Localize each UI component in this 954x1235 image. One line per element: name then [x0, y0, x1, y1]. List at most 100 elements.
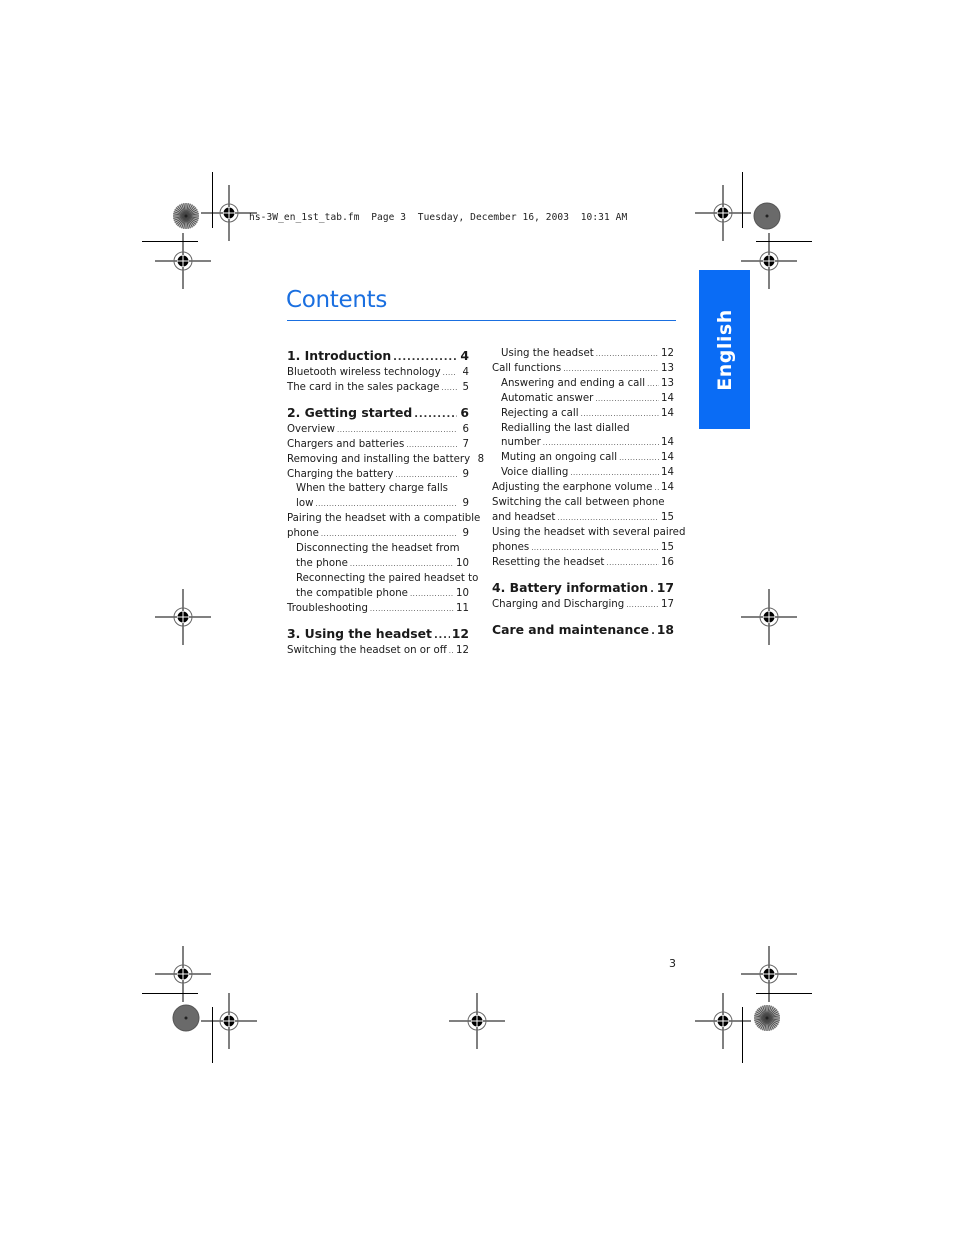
dot-leader — [414, 406, 457, 423]
toc-entry[interactable]: Switching the headset on or off 12 — [287, 644, 469, 659]
toc-entry[interactable]: number 14 — [492, 436, 674, 451]
toc-entry[interactable]: Troubleshooting 11 — [287, 602, 469, 617]
toc-column-right: Using the headset 12 Call functions13Answe… — [492, 347, 686, 640]
toc-entry-label: Voice dialling — [501, 467, 569, 479]
toc-entry-label: phones — [492, 541, 530, 553]
toc-entry[interactable]: The card in the sales package 5 — [287, 381, 469, 396]
crop-mark — [742, 1007, 743, 1063]
toc-entry-label: the phone — [296, 557, 348, 569]
dot-leader — [557, 511, 659, 526]
toc-page-number: 14 — [661, 407, 674, 419]
toc-page-number: 5 — [462, 381, 469, 393]
toc-entry-label: Using the headset — [501, 348, 594, 359]
registration-crosshair-icon — [741, 233, 797, 289]
toc-page-number: 10 — [456, 557, 469, 569]
registration-crosshair-icon — [201, 993, 257, 1049]
toc-entry-label: Chargers and batteries — [287, 438, 405, 450]
toc-entry-label: Charging the battery — [287, 468, 394, 480]
toc-entry[interactable]: Rejecting a call 14 — [492, 407, 674, 422]
toc-entry[interactable]: phones 15 — [492, 541, 674, 556]
dot-leader — [395, 468, 457, 483]
toc-entry[interactable]: Overview 6 — [287, 423, 469, 438]
toc-page-number: 12 — [661, 348, 674, 359]
toc-entry-label: the compatible phone — [296, 587, 408, 599]
toc-page-number: 9 — [462, 498, 469, 510]
toc-entry-label-line1: Using the headset with several paired — [492, 526, 686, 538]
toc-chapter-entry[interactable]: 2. Getting started 6 — [287, 404, 469, 423]
toc-entry[interactable]: Bluetooth wireless technology 4 — [287, 366, 469, 381]
toc-entry-label: 2. Getting started — [287, 404, 413, 420]
toc-entry-label-line1: Redialling the last dialled — [501, 422, 630, 434]
color-target-icon — [754, 1005, 780, 1031]
toc-entry[interactable]: Muting an ongoing call 14 — [492, 451, 674, 466]
toc-entry[interactable]: Voice dialling 14 — [492, 466, 674, 481]
toc-entry-label: Overview — [287, 423, 335, 435]
toc-page-number: 14 — [661, 482, 674, 494]
toc-entry[interactable]: Answering and ending a call 13 — [492, 377, 674, 392]
toc-entry-label: 3. Using the headset — [287, 625, 432, 641]
registration-crosshair-icon — [449, 993, 505, 1049]
dot-leader — [581, 407, 659, 422]
toc-entry[interactable]: and headset 15 — [492, 511, 674, 526]
toc-chapter-entry[interactable]: 4. Battery information 17 — [492, 579, 674, 598]
toc-entry-label: Charging and Discharging — [492, 598, 625, 610]
toc-column-left: 1. Introduction4Bluetooth wireless techn… — [287, 347, 484, 659]
toc-entry-label: Care and maintenance — [492, 621, 650, 637]
toc-entry-label: Troubleshooting — [287, 602, 368, 614]
toc-page-number: 14 — [661, 437, 674, 449]
toc-entry-label: Automatic answer — [501, 392, 594, 404]
toc-entry[interactable]: Removing and installing the battery 8 — [287, 453, 484, 468]
toc-entry[interactable]: Automatic answer 14 — [492, 392, 674, 407]
page-title: Contents — [286, 287, 388, 313]
toc-entry[interactable]: Charging the battery 9 — [287, 468, 469, 483]
toc-entry-label: The card in the sales package — [287, 381, 440, 393]
toc-entry-label: Switching the headset on or off — [287, 644, 447, 656]
toc-entry[interactable]: Chargers and batteries 7 — [287, 438, 469, 453]
toc-page-number: 11 — [456, 602, 469, 614]
file-info-header: hs-3W_en_1st_tab.fm Page 3 Tuesday, Dece… — [249, 212, 628, 223]
toc-page-number: 6 — [460, 404, 469, 420]
toc-entry-label: Removing and installing the battery — [287, 453, 471, 465]
toc-entry[interactable]: Charging and Discharging 17 — [492, 598, 674, 613]
toc-entry[interactable]: the phone 10 — [287, 557, 469, 572]
toc-entry[interactable]: Call functions 13 — [492, 362, 674, 377]
toc-entry[interactable]: Resetting the headset 16 — [492, 556, 674, 571]
toc-entry-label-line1: Disconnecting the headset from — [296, 543, 460, 555]
toc-page-number: 17 — [656, 579, 674, 595]
toc-entry[interactable]: low 9 — [287, 497, 469, 512]
toc-entry-label: Answering and ending a call — [501, 377, 646, 389]
toc-page-number: 17 — [661, 598, 674, 610]
toc-entry[interactable]: phone 9 — [287, 527, 469, 542]
toc-entry-label: and headset — [492, 511, 556, 523]
toc-page-number: 10 — [456, 587, 469, 599]
title-rule — [287, 320, 676, 321]
toc-entry-label: Resetting the headset — [492, 556, 605, 568]
toc-chapter-entry[interactable]: 3. Using the headset 12 — [287, 625, 469, 644]
toc-entry[interactable]: the compatible phone 10 — [287, 587, 469, 602]
toc-chapter-entry[interactable]: Care and maintenance 18 — [492, 621, 674, 640]
toc-page-number: 14 — [661, 452, 674, 464]
toc-entry-label: phone — [287, 528, 319, 540]
dot-leader — [337, 423, 457, 438]
page-number: 3 — [669, 957, 676, 970]
toc-entry[interactable]: Using the headset 12 — [492, 347, 674, 362]
toc-chapter-entry[interactable]: 1. Introduction 4 — [287, 347, 469, 366]
toc-entry-label: 4. Battery information — [492, 579, 649, 595]
toc-page-number: 13 — [661, 377, 674, 389]
toc-entry-label: 1. Introduction — [287, 348, 392, 363]
toc-entry[interactable]: Adjusting the earphone volume 14 — [492, 481, 674, 496]
language-tab-label: English — [713, 308, 736, 391]
toc-page-number: 4 — [460, 348, 469, 363]
toc-entry-label-line1: Pairing the headset with a compatible — [287, 513, 481, 525]
dot-leader — [441, 381, 457, 396]
toc-entry-label: low — [296, 498, 314, 510]
toc-entry-label: Rejecting a call — [501, 407, 579, 419]
dot-leader — [595, 392, 659, 407]
toc-page-number: 14 — [661, 392, 674, 404]
toc-page-number: 15 — [661, 511, 674, 523]
toc-entry-label: Muting an ongoing call — [501, 452, 618, 464]
toc-page-number: 18 — [656, 621, 674, 637]
dot-leader — [606, 556, 659, 571]
toc-page-number: 4 — [462, 367, 469, 378]
dot-leader — [650, 581, 655, 598]
